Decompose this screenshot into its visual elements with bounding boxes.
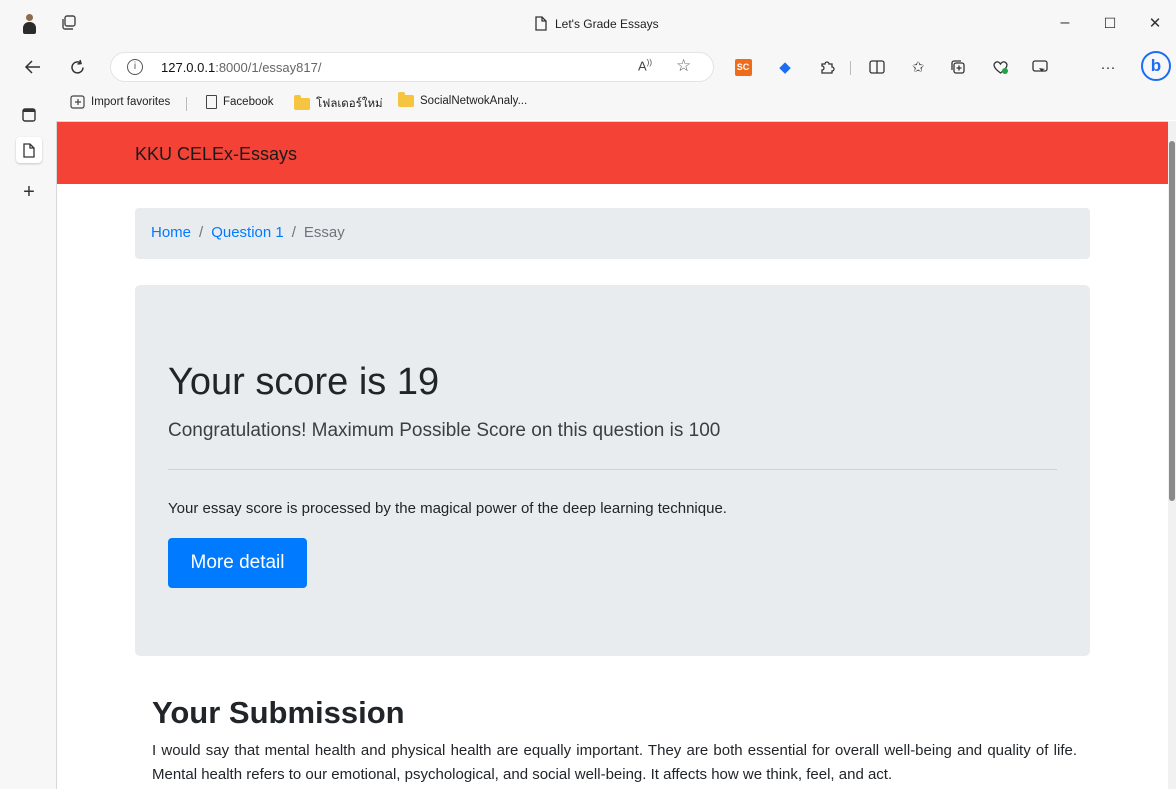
browser-toolbar: i 127.0.0.1:8000/1/essay817/ A)) ☆ SC ◆ …: [0, 46, 1176, 88]
screenshot-icon[interactable]: [1030, 57, 1050, 77]
divider: [168, 469, 1057, 470]
extension-sc-icon[interactable]: SC: [734, 58, 752, 76]
star-icon[interactable]: ☆: [676, 56, 691, 76]
folder-icon: [294, 95, 310, 110]
back-arrow-icon[interactable]: [18, 52, 48, 82]
refresh-icon[interactable]: [62, 52, 92, 82]
bookmarks-divider: [186, 97, 187, 111]
url-text[interactable]: 127.0.0.1:8000/1/essay817/: [161, 60, 321, 75]
split-screen-icon[interactable]: [867, 57, 887, 77]
favorites-bar: Import favorites Facebook โฟลเดอร์ใหม่ S…: [56, 88, 1176, 120]
bookmark-folder-new[interactable]: โฟลเดอร์ใหม่: [294, 95, 383, 113]
address-bar[interactable]: i 127.0.0.1:8000/1/essay817/ A)) ☆: [110, 52, 714, 82]
tab-panel-icon[interactable]: [16, 102, 42, 128]
page-viewport: KKU CELEx-Essays Home / Question 1/Essay Y…: [56, 121, 1168, 789]
new-tab-plus-icon[interactable]: +: [16, 179, 42, 205]
toolbar-divider: [850, 61, 851, 75]
breadcrumb-current: Essay: [303, 224, 345, 241]
bookmark-folder-social[interactable]: SocialNetwokAnaly...: [398, 92, 527, 107]
read-aloud-icon[interactable]: A)): [638, 58, 652, 73]
page-icon: [535, 16, 547, 31]
window-title: Let's Grade Essays: [535, 16, 659, 31]
folder-icon: [398, 92, 414, 107]
scrollbar-thumb[interactable]: [1169, 141, 1175, 501]
breadcrumb: Home / Question 1/Essay: [135, 208, 1090, 259]
vertical-tabs-sidebar: +: [0, 88, 56, 789]
bing-icon[interactable]: b: [1141, 51, 1171, 81]
score-note: Your essay score is processed by the mag…: [168, 500, 727, 517]
bookmark-facebook[interactable]: Facebook: [206, 95, 274, 109]
submission-heading: Your Submission: [152, 695, 405, 730]
maximize-button[interactable]: ☐: [1095, 10, 1125, 36]
page-icon: [206, 95, 217, 109]
import-icon: [70, 95, 85, 109]
more-detail-button[interactable]: More detail: [168, 538, 307, 588]
extensions-puzzle-icon[interactable]: [817, 57, 837, 77]
more-menu-icon[interactable]: ···: [1098, 57, 1118, 77]
submission-text: I would say that mental health and physi…: [152, 742, 1077, 783]
info-icon[interactable]: i: [127, 59, 143, 75]
score-lead-text: Congratulations! Maximum Possible Score …: [168, 420, 721, 441]
breadcrumb-home-link[interactable]: Home: [151, 224, 191, 241]
minimize-button[interactable]: –: [1050, 10, 1080, 36]
collections-icon[interactable]: [948, 57, 968, 77]
score-panel: Your score is 19 Congratulations! Maximu…: [135, 285, 1090, 656]
profile-avatar-icon[interactable]: [20, 14, 38, 36]
page-scrollbar[interactable]: [1168, 121, 1176, 789]
site-navbar: KKU CELEx-Essays: [57, 122, 1168, 184]
active-tab-page-icon[interactable]: [16, 137, 42, 163]
tab-actions-icon[interactable]: [60, 14, 78, 32]
title-bar: Let's Grade Essays – ☐ ✕: [0, 0, 1176, 46]
site-brand[interactable]: KKU CELEx-Essays: [135, 144, 297, 165]
browser-essentials-icon[interactable]: [990, 57, 1010, 77]
close-button[interactable]: ✕: [1140, 10, 1170, 36]
tab-title: Let's Grade Essays: [555, 16, 659, 31]
favorites-icon[interactable]: ✩: [908, 57, 928, 77]
bookmark-import-favorites[interactable]: Import favorites: [70, 95, 170, 109]
extension-diamond-icon[interactable]: ◆: [775, 57, 795, 77]
score-heading: Your score is 19: [168, 361, 440, 403]
breadcrumb-question-link[interactable]: Question 1: [211, 224, 284, 241]
